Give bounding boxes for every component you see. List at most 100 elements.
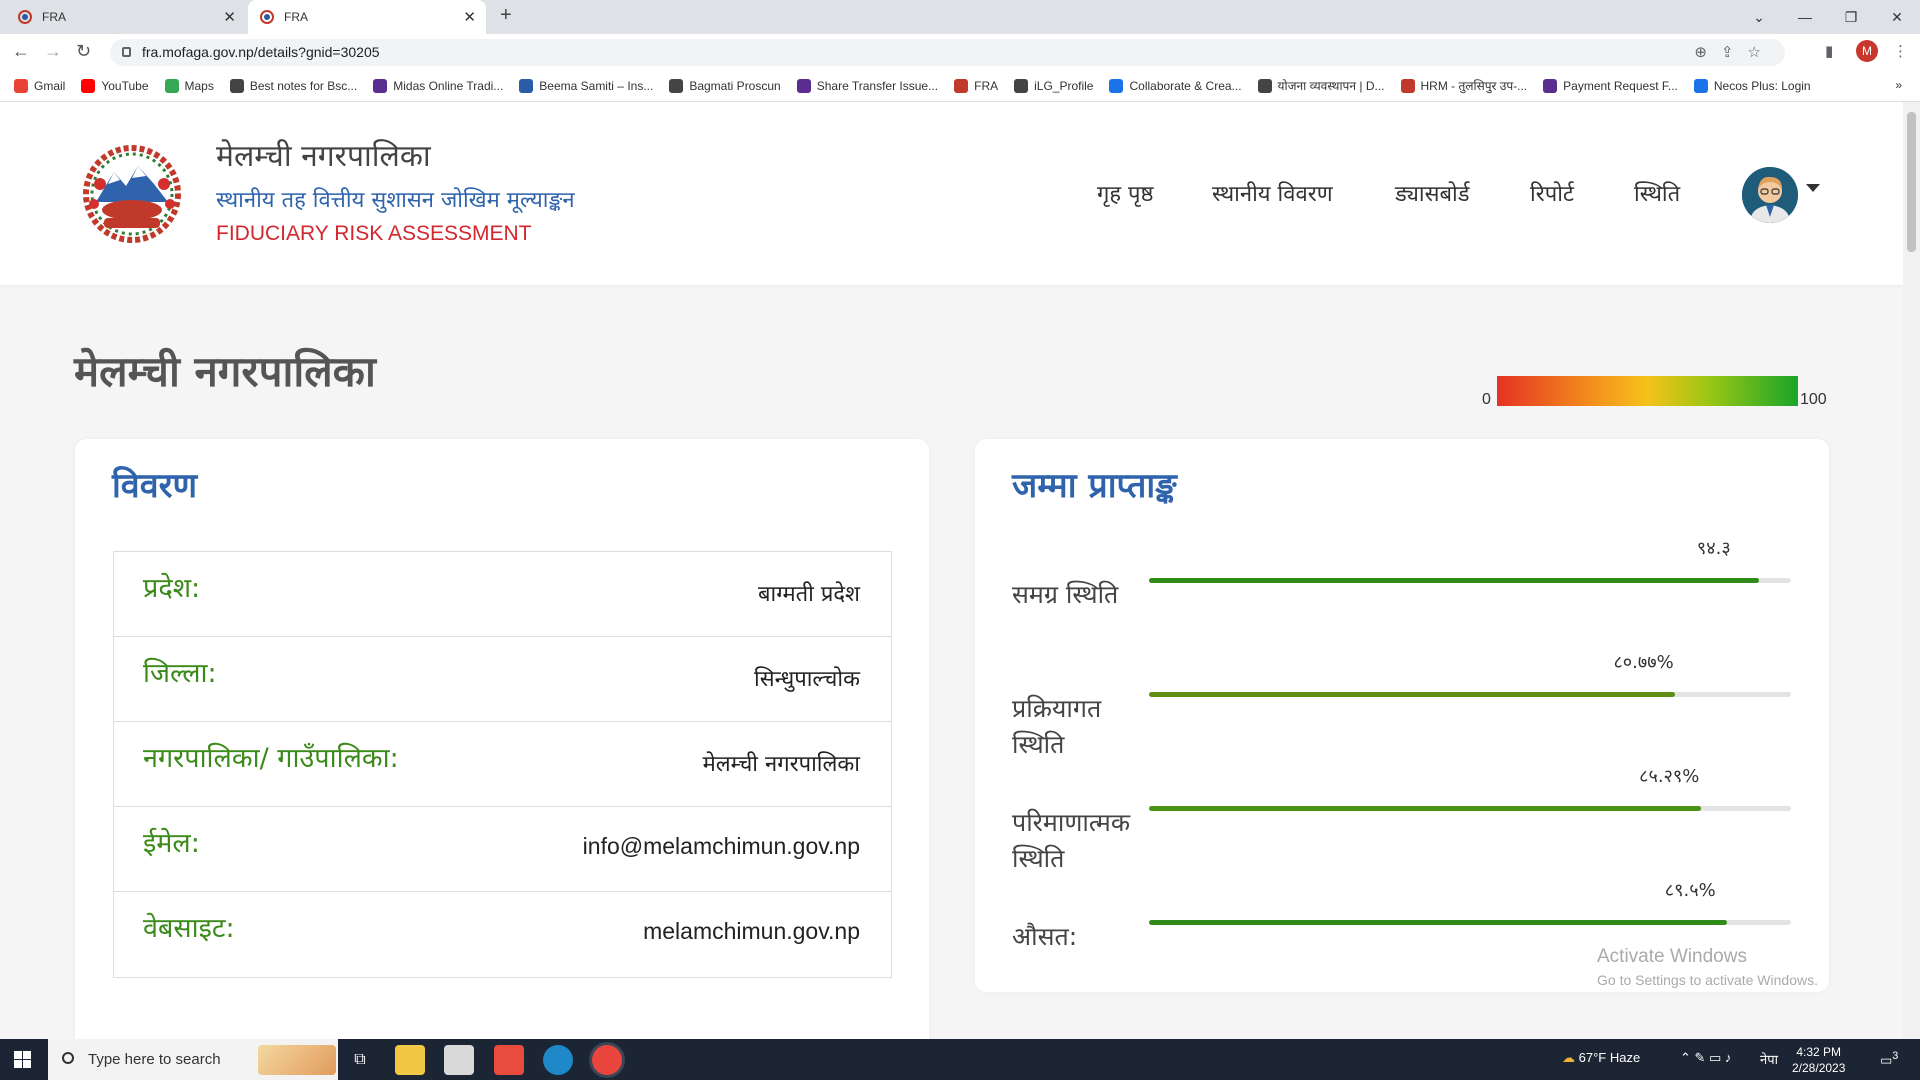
close-window-icon[interactable]: ✕ [1874,0,1920,34]
lock-icon [122,47,131,57]
more-bookmarks-icon[interactable]: » [1895,78,1902,92]
bookmark-favicon-icon [1400,78,1415,93]
bookmark-item[interactable]: Beema Samiti – Ins... [519,78,654,93]
new-tab-icon[interactable]: + [500,4,512,27]
bookmark-label: FRA [974,78,999,93]
metric-value: ९४.३ [1696,538,1731,559]
file-explorer-icon[interactable] [395,1045,425,1075]
bookmark-label: Beema Samiti – Ins... [539,78,654,93]
bookmark-label: Maps [184,78,214,93]
user-avatar-icon [1742,167,1798,223]
metric-progress-track [1149,578,1791,583]
bookmark-item[interactable]: Midas Online Tradi... [373,78,504,93]
chrome-browser-icon[interactable] [592,1045,622,1075]
province-label: प्रदेश: [143,573,201,604]
zoom-share-star-icons[interactable]: ⊕⇪☆ [1694,39,1775,66]
bookmark-item[interactable]: Best notes for Bsc... [229,78,357,93]
nav-dashboard[interactable]: ड्यासबोर्ड [1395,178,1470,208]
metric-progress-track [1149,806,1791,811]
table-row: जिल्ला: सिन्धुपाल्चोक [114,637,891,722]
table-row: प्रदेश: बाग्मती प्रदेश [114,552,891,637]
bookmark-favicon-icon [954,78,969,93]
bookmark-item[interactable]: Necos Plus: Login [1693,78,1811,93]
details-card-title: विवरण [112,466,198,506]
input-language[interactable]: नेपा [1760,1050,1778,1068]
minimize-icon[interactable]: — [1782,0,1828,34]
bookmark-favicon-icon [669,78,684,93]
metric-label: समग्र स्थिति [1012,580,1119,609]
chevron-down-icon[interactable] [1806,184,1820,192]
nav-status[interactable]: स्थिति [1634,178,1680,208]
municipality-label: नगरपालिका/ गाउँपालिका: [143,743,399,774]
nepal-emblem-icon [83,145,181,243]
side-panel-icon[interactable]: ▮ [1825,42,1833,60]
notification-icon[interactable]: ▭3 [1880,1050,1898,1068]
bookmark-favicon-icon [1109,78,1124,93]
email-value: info@melamchimun.gov.np [582,833,860,859]
legend-min-label: 0 [1482,391,1491,408]
clock-date: 2/28/2023 [1792,1061,1846,1075]
district-label: जिल्ला: [143,658,217,689]
bookmark-label: Midas Online Tradi... [393,78,504,93]
bookmark-favicon-icon [1693,78,1708,93]
browser-tab[interactable]: FRA ✕ [6,0,246,34]
bookmark-favicon-icon [14,78,28,93]
activate-windows-watermark: Activate Windows Go to Settings to activ… [1597,946,1818,988]
bookmark-label: Necos Plus: Login [1713,78,1811,93]
score-metric: प्रक्रियागत स्थिति ८०.७७% [1012,652,1792,763]
taskbar-clock[interactable]: 4:32 PM 2/28/2023 [1792,1044,1845,1076]
address-bar[interactable]: fra.mofaga.gov.np/details?gnid=30205 ⊕⇪☆ [110,39,1785,66]
reload-icon[interactable]: ↻ [76,41,91,62]
bookmark-favicon-icon [1543,78,1558,93]
bookmark-item[interactable]: iLG_Profile [1014,78,1093,93]
bookmark-item[interactable]: HRM - तुलसिपुर उप-... [1400,77,1527,94]
bookmark-item[interactable]: FRA [954,78,999,93]
tab-search-icon[interactable]: ⌄ [1736,0,1782,34]
restore-icon[interactable]: ❐ [1828,0,1874,34]
task-view-icon[interactable]: ⧉ [345,1045,375,1075]
weather-text: 67°F Haze [1578,1050,1641,1065]
search-highlight-icon[interactable] [258,1045,336,1075]
metric-progress-fill [1149,578,1759,583]
bookmark-item[interactable]: YouTube [81,78,149,93]
forward-icon[interactable]: → [44,41,62,62]
weather-widget[interactable]: ☁ 67°F Haze [1562,1050,1640,1066]
bookmark-item[interactable]: योजना व्यवस्थापन | D... [1257,77,1385,94]
fra-favicon-icon [260,10,274,24]
tray-icons[interactable]: ⌃ ✎ ▭ ♪ [1680,1050,1731,1066]
nav-report[interactable]: रिपोर्ट [1530,178,1574,208]
edge-browser-icon[interactable] [543,1045,573,1075]
bookmark-item[interactable]: Bagmati Proscun [669,78,781,93]
details-table: प्रदेश: बाग्मती प्रदेश जिल्ला: सिन्धुपाल… [113,551,892,978]
bookmark-label: Bagmati Proscun [689,78,781,93]
bookmark-label: Gmail [34,78,66,93]
back-icon[interactable]: ← [12,41,30,62]
windows-start-icon[interactable] [14,1051,31,1068]
tab-title: FRA [284,10,308,24]
metric-label: परिमाणात्मक स्थिति [1012,808,1131,873]
metric-label: औसत: [1012,922,1078,951]
org-name: मेलम्ची नगरपालिका [216,139,431,174]
web-page: मेलम्ची नगरपालिका स्थानीय तह वित्तीय सुश… [0,102,1903,1039]
office-app-icon[interactable] [444,1045,474,1075]
metric-progress-track [1149,920,1791,925]
user-avatar[interactable] [1742,167,1798,223]
bookmark-item[interactable]: Collaborate & Crea... [1109,78,1242,93]
browser-tab-active[interactable]: FRA ✕ [248,0,486,34]
anydesk-icon[interactable] [494,1045,524,1075]
menu-icon[interactable]: ⋮ [1893,42,1908,60]
close-tab-icon[interactable]: ✕ [223,8,236,26]
bookmark-item[interactable]: Maps [164,78,214,93]
bookmark-item[interactable]: Gmail [14,78,66,93]
browser-toolbar: ← → ↻ fra.mofaga.gov.np/details?gnid=302… [0,34,1920,70]
nav-home[interactable]: गृह पृष्ठ [1097,178,1154,208]
bookmark-item[interactable]: Share Transfer Issue... [796,78,938,93]
nav-local-details[interactable]: स्थानीय विवरण [1212,178,1333,208]
search-icon [62,1052,74,1064]
bookmark-item[interactable]: Payment Request F... [1543,78,1678,93]
profile-avatar[interactable]: M [1856,40,1878,62]
scrollbar-thumb[interactable] [1907,112,1916,252]
page-scrollbar[interactable] [1903,102,1920,1039]
bookmark-favicon-icon [373,78,388,93]
close-tab-icon[interactable]: ✕ [463,8,476,26]
